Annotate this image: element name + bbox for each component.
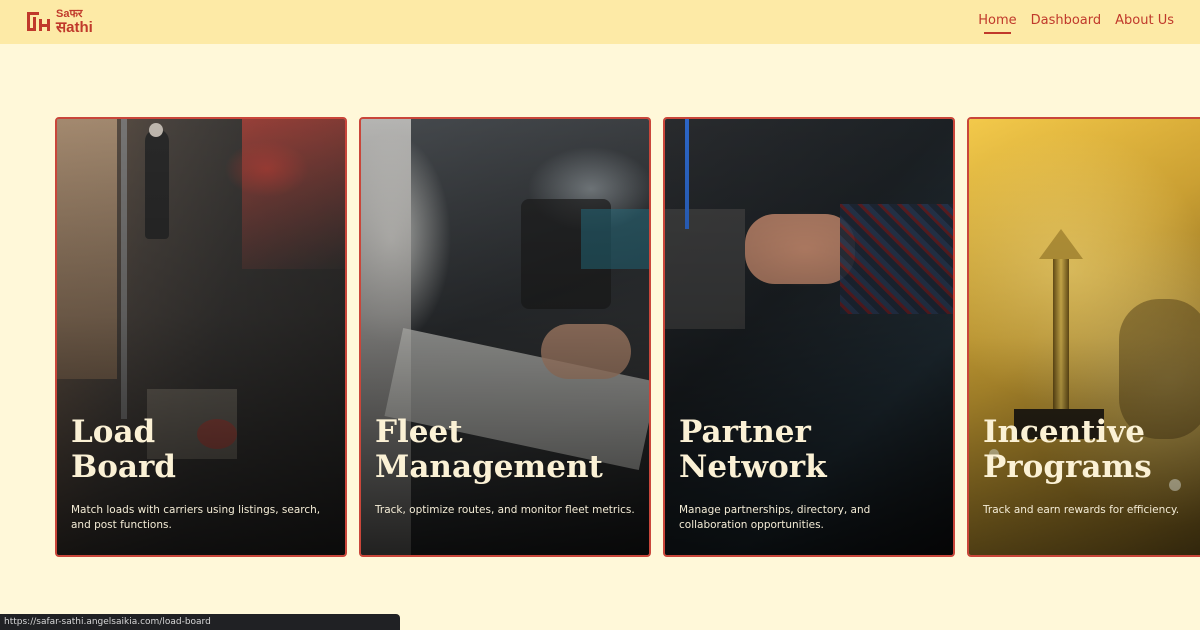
nav-home-link[interactable]: Home [978,13,1017,34]
brand-wordmark: Saफर सathi [56,9,93,36]
card-fleet-management[interactable]: Fleet Management Track, optimize routes,… [359,117,651,557]
card-content: Incentive Programs Track and earn reward… [983,415,1200,518]
feature-cards: Load Board Match loads with carriers usi… [55,117,1200,557]
card-content: Partner Network Manage partnerships, dir… [679,415,939,533]
brand-line-2: सathi [56,19,93,36]
nav-about-link[interactable]: About Us [1115,13,1174,32]
card-title: Partner Network [679,414,827,485]
card-description: Manage partnerships, directory, and coll… [679,504,871,531]
card-title: Fleet Management [375,414,603,485]
card-description: Track, optimize routes, and monitor flee… [375,504,635,516]
card-description: Match loads with carriers using listings… [71,504,321,531]
logo-mark-icon [27,12,50,31]
card-title: Load Board [71,414,176,485]
card-content: Load Board Match loads with carriers usi… [71,415,331,533]
card-load-board[interactable]: Load Board Match loads with carriers usi… [55,117,347,557]
browser-status-bar: https://safar-sathi.angelsaikia.com/load… [0,614,400,630]
card-description: Track and earn rewards for efficiency. [983,504,1180,516]
card-partner-network[interactable]: Partner Network Manage partnerships, dir… [663,117,955,557]
card-incentive-programs[interactable]: Incentive Programs Track and earn reward… [967,117,1200,557]
card-title: Incentive Programs [983,414,1152,485]
nav-dashboard-link[interactable]: Dashboard [1031,13,1102,32]
top-navbar: Saफर सathi Home Dashboard About Us [0,0,1200,44]
main-nav: Home Dashboard About Us [978,13,1174,34]
brand-logo[interactable]: Saफर सathi [26,9,93,35]
card-content: Fleet Management Track, optimize routes,… [375,415,635,518]
status-url: https://safar-sathi.angelsaikia.com/load… [4,617,211,627]
